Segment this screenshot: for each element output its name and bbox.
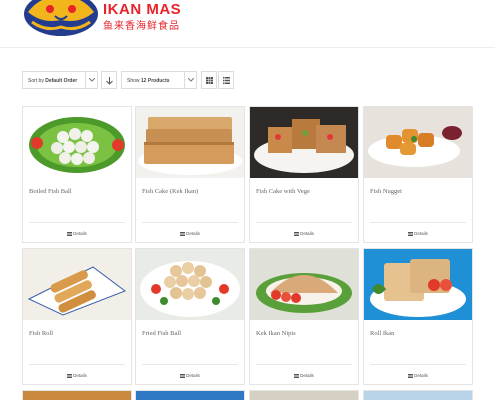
site-header: IKAN MAS 鱼来香海鲜食品 [0,0,495,48]
details-link[interactable]: Details [364,231,472,236]
list-icon [223,77,230,84]
product-card[interactable]: Fried Fish Ball Details [135,248,245,385]
product-card[interactable] [249,390,359,400]
product-photo[interactable] [23,391,131,400]
product-name[interactable]: Kek Ikan Nipis [256,330,296,337]
divider [370,364,466,365]
product-name[interactable]: Fried Fish Ball [142,330,181,337]
product-card[interactable]: Fish Cake with Vege Details [249,106,359,243]
details-link[interactable]: Details [136,231,244,236]
product-name[interactable]: Fish Roll [29,330,53,337]
list-icon [180,374,186,378]
product-card[interactable] [135,390,245,400]
divider [142,364,238,365]
product-photo[interactable] [136,107,244,178]
divider [256,222,352,223]
list-view-button[interactable] [218,71,234,89]
show-label: Show [127,78,140,84]
product-photo[interactable] [136,391,244,400]
list-icon [67,374,73,378]
chevron-down-icon [184,72,196,88]
list-icon [294,232,300,236]
divider [256,364,352,365]
product-photo[interactable] [23,107,131,178]
product-card[interactable]: Boiled Fish Ball Details [22,106,132,243]
details-link[interactable]: Details [250,231,358,236]
product-card[interactable]: Kek Ikan Nipis Details [249,248,359,385]
divider [142,222,238,223]
product-card[interactable]: Fish Cake (Kek Ikan) Details [135,106,245,243]
grid-view-button[interactable] [201,71,217,89]
arrow-down-icon [106,77,113,85]
divider [29,364,125,365]
list-icon [294,374,300,378]
details-link[interactable]: Details [23,373,131,378]
product-card[interactable] [22,390,132,400]
products-per-page-select[interactable]: Show 12 Products [121,71,197,89]
ikan-mas-logo[interactable] [22,0,100,38]
details-link[interactable]: Details [364,373,472,378]
list-icon [408,232,414,236]
product-name[interactable]: Boiled Fish Ball [29,188,72,195]
brand-name: IKAN MAS [103,1,182,18]
product-name[interactable]: Roll Ikan [370,330,394,337]
product-photo[interactable] [364,391,472,400]
list-icon [180,232,186,236]
chevron-down-icon [85,72,97,88]
product-photo[interactable] [250,249,358,320]
product-name[interactable]: Fish Cake with Vege [256,188,310,195]
product-card[interactable] [363,390,473,400]
sort-order-select[interactable]: Sort by Default Order [22,71,98,89]
sort-label: Sort by [28,78,44,84]
product-card[interactable]: Fish Nugget Details [363,106,473,243]
product-name[interactable]: Fish Cake (Kek Ikan) [142,188,198,195]
show-value: 12 Products [140,78,170,84]
grid-icon [206,77,213,84]
divider [29,222,125,223]
product-photo[interactable] [136,249,244,320]
product-name[interactable]: Fish Nugget [370,188,402,195]
product-card[interactable]: Fish Roll Details [22,248,132,385]
details-link[interactable]: Details [23,231,131,236]
product-photo[interactable] [364,107,472,178]
details-link[interactable]: Details [250,373,358,378]
product-card[interactable]: Roll Ikan Details [363,248,473,385]
sort-direction-button[interactable] [101,71,117,89]
list-icon [408,374,414,378]
product-photo[interactable] [364,249,472,320]
divider [370,222,466,223]
product-photo[interactable] [23,249,131,320]
product-photo[interactable] [250,107,358,178]
list-icon [67,232,73,236]
product-photo[interactable] [250,391,358,400]
brand-chinese-name: 鱼来香海鲜食品 [103,21,180,32]
sort-value: Default Order [45,78,78,84]
details-link[interactable]: Details [136,373,244,378]
